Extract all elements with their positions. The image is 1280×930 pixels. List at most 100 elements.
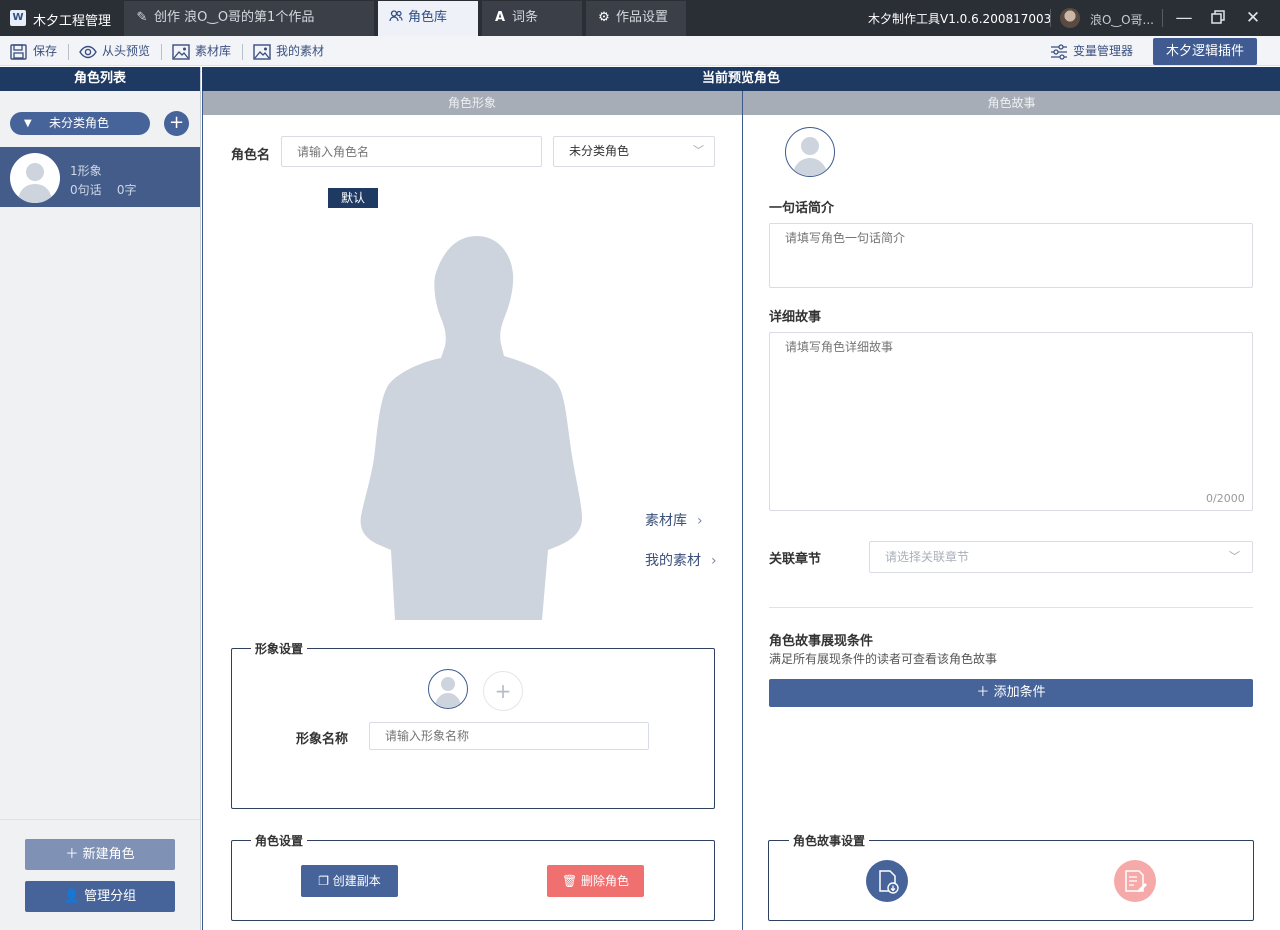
manage-groups-button[interactable]: 👤 管理分组 [25, 881, 175, 912]
save-button[interactable]: 保存 [10, 42, 57, 60]
asset-library-link-label: 素材库 [645, 513, 687, 529]
gear-icon: ⚙ [598, 10, 610, 25]
character-silhouette [360, 236, 582, 620]
role-avatar [10, 153, 60, 203]
divider [68, 44, 69, 60]
save-label: 保存 [33, 44, 58, 58]
trash-icon: 🗑 [561, 874, 578, 888]
detail-textarea[interactable] [769, 332, 1253, 511]
story-settings-legend: 角色故事设置 [789, 832, 870, 849]
tab-create[interactable]: ✎ 创作 浪O‿O哥的第1个作品 [124, 1, 374, 36]
preview-from-start-button[interactable]: 从头预览 [79, 42, 150, 60]
role-word-count: 0字 [116, 183, 137, 197]
document-edit-icon [1125, 870, 1147, 892]
eye-icon [79, 44, 97, 60]
default-badge: 默认 [328, 188, 378, 208]
role-name-label: 角色名 [231, 148, 271, 163]
copy-role-button[interactable]: ❐ 创建副本 [301, 865, 398, 897]
divider [242, 44, 243, 60]
my-assets-button[interactable]: 我的素材 [253, 42, 324, 60]
role-image-count: 1形象 [70, 164, 102, 178]
asset-library-link[interactable]: 素材库 › [645, 510, 703, 530]
chevron-down-icon: ﹀ [693, 144, 704, 157]
role-list-panel: 角色列表 ▼ 未分类角色 + 1形象 0句话 0字 ＋ 新建角色 👤 管理分组 [0, 67, 201, 930]
current-preview-title: 当前预览角色 [202, 67, 1280, 91]
add-condition-button[interactable]: ＋ 添加条件 [769, 679, 1253, 707]
plus-icon: + [494, 679, 512, 703]
document-download-icon [879, 870, 899, 894]
group-toggle[interactable]: ▼ 未分类角色 [10, 112, 150, 135]
asset-library-label: 素材库 [195, 44, 232, 58]
add-image-button[interactable]: + [483, 671, 523, 711]
my-assets-link[interactable]: 我的素材 › [645, 550, 717, 570]
variable-manager-label: 变量管理器 [1073, 44, 1134, 58]
tab-work-settings[interactable]: ⚙ 作品设置 [586, 1, 686, 36]
story-avatar[interactable] [785, 127, 835, 177]
version-text: 木夕制作工具V1.0.6.200817003 [868, 12, 1052, 26]
tab-role-library[interactable]: 角色库 [378, 1, 478, 36]
left-footer: ＋ 新建角色 👤 管理分组 [0, 819, 200, 930]
delete-role-label: 删除角色 [581, 874, 630, 888]
conditions-title: 角色故事展现条件 [769, 634, 874, 649]
preview-from-start-label: 从头预览 [102, 44, 151, 58]
close-icon[interactable]: ✕ [1241, 6, 1265, 30]
group-label: 未分类角色 [49, 116, 110, 130]
add-condition-label: 添加条件 [993, 685, 1046, 700]
delete-role-button[interactable]: 🗑 删除角色 [547, 865, 644, 897]
appearance-header: 角色形象 [202, 91, 742, 115]
user-icon: 👤 [63, 889, 81, 904]
toolbar: 保存 从头预览 素材库 我的素材 变量管理器 [0, 36, 1280, 66]
plus-icon: ＋ [976, 685, 990, 700]
role-group-select[interactable]: 未分类角色 ﹀ [553, 136, 715, 167]
conditions-hint: 满足所有展现条件的读者可查看该角色故事 [769, 652, 998, 666]
plus-icon: ＋ [65, 847, 79, 862]
tab-role-library-label: 角色库 [408, 10, 448, 25]
variable-manager-button[interactable]: 变量管理器 [1050, 42, 1133, 60]
divider [161, 44, 162, 60]
role-stats: 0句话 0字 [70, 181, 137, 198]
user-name[interactable]: 浪O‿O哥... [1090, 11, 1154, 28]
sliders-icon [1050, 43, 1068, 60]
minimize-icon[interactable]: — [1172, 6, 1196, 30]
chapter-select[interactable]: 请选择关联章节 ﹀ [869, 541, 1253, 573]
my-assets-label: 我的素材 [276, 44, 325, 58]
divider [1050, 9, 1051, 27]
story-settings-section [768, 840, 1254, 921]
users-icon [388, 1, 404, 35]
export-story-button[interactable] [1114, 860, 1156, 902]
tab-work-settings-label: 作品设置 [616, 10, 669, 25]
role-name-input[interactable] [281, 136, 542, 167]
app-logo-icon: W [10, 10, 26, 26]
asset-library-button[interactable]: 素材库 [172, 42, 231, 60]
user-avatar[interactable] [1060, 8, 1080, 28]
brief-textarea[interactable] [769, 223, 1253, 288]
divider [769, 607, 1253, 608]
pen-icon: ✎ [136, 10, 148, 25]
tab-terms-label: 词条 [512, 10, 539, 25]
chapter-label: 关联章节 [769, 552, 822, 567]
image-icon [172, 43, 190, 60]
restore-icon[interactable] [1206, 6, 1230, 30]
image-name-label: 形象名称 [296, 732, 349, 747]
chevron-right-icon: › [711, 553, 717, 569]
copy-icon: ❐ [318, 874, 329, 888]
story-header: 角色故事 [743, 91, 1280, 115]
new-role-button[interactable]: ＋ 新建角色 [25, 839, 175, 870]
text-icon: A [494, 10, 506, 25]
save-icon [10, 43, 28, 60]
tab-terms[interactable]: A 词条 [482, 1, 582, 36]
role-list-title: 角色列表 [0, 67, 200, 91]
image-name-input[interactable] [369, 722, 649, 750]
role-list-item[interactable]: 1形象 0句话 0字 [0, 147, 200, 207]
chevron-right-icon: › [697, 513, 703, 529]
chapter-placeholder: 请选择关联章节 [885, 550, 970, 564]
manage-groups-label: 管理分组 [84, 889, 137, 904]
logic-plugin-button[interactable]: 木夕逻辑插件 [1153, 38, 1257, 65]
import-story-button[interactable] [866, 860, 908, 902]
column-divider [742, 91, 743, 930]
image-thumbnail[interactable] [428, 669, 468, 709]
tab-create-label: 创作 浪O‿O哥的第1个作品 [154, 10, 315, 25]
detail-char-counter: 0/2000 [1206, 492, 1245, 505]
add-group-button[interactable]: + [164, 111, 189, 136]
divider [202, 91, 203, 930]
